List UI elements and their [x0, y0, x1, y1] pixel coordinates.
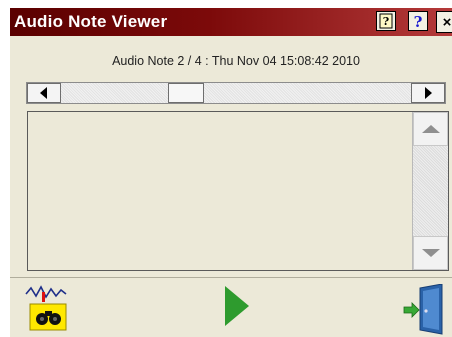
listen-button[interactable] — [24, 284, 70, 334]
audio-note-viewer-window: Audio Note Viewer ? ? × Audio Note 2 / 4… — [10, 8, 452, 337]
close-button[interactable]: × — [436, 11, 452, 33]
scroll-down-button[interactable] — [413, 236, 448, 270]
arrow-down-icon — [421, 249, 440, 257]
exit-button[interactable] — [402, 283, 448, 336]
arrow-left-icon — [40, 87, 47, 99]
binoculars-folder-icon — [25, 285, 67, 331]
note-text-area[interactable] — [27, 111, 449, 271]
play-icon — [225, 286, 249, 326]
arrow-right-icon — [425, 87, 432, 99]
scroll-up-button[interactable] — [413, 112, 448, 146]
arrow-up-icon — [421, 125, 440, 133]
exit-door-icon — [403, 283, 443, 335]
play-button[interactable] — [223, 284, 251, 328]
help-book-icon: ? — [379, 13, 393, 29]
help-question-icon: ? — [414, 13, 423, 29]
svg-text:?: ? — [383, 15, 389, 28]
help-book-button[interactable]: ? — [376, 11, 396, 31]
scroll-left-button[interactable] — [27, 83, 61, 103]
svg-text:?: ? — [414, 13, 423, 29]
bottom-separator — [10, 277, 452, 278]
scroll-thumb[interactable] — [168, 83, 204, 103]
scroll-right-button[interactable] — [411, 83, 445, 103]
note-scrollbar[interactable] — [26, 82, 446, 104]
text-vertical-scrollbar[interactable] — [412, 112, 448, 270]
title-bar: Audio Note Viewer ? ? × — [10, 8, 452, 36]
help-question-button[interactable]: ? — [408, 11, 428, 31]
window-title: Audio Note Viewer — [14, 12, 168, 31]
close-icon: × — [442, 13, 452, 31]
note-header: Audio Note 2 / 4 : Thu Nov 04 15:08:42 2… — [112, 54, 360, 68]
